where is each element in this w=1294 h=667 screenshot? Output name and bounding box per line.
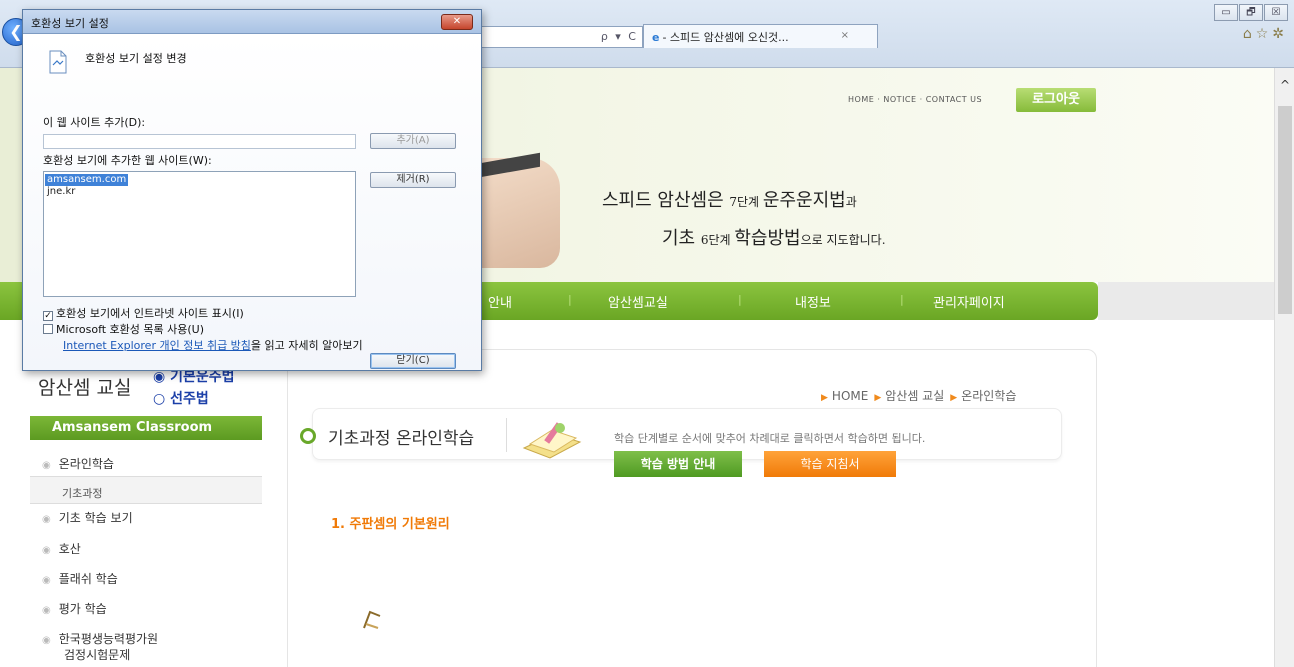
checkbox-unchecked-icon[interactable] xyxy=(43,324,53,334)
add-button[interactable]: 추가(A) xyxy=(370,133,456,149)
privacy-line: Internet Explorer 개인 정보 취급 방침을 읽고 자세히 알아… xyxy=(63,339,363,352)
bullet-icon: ◉ xyxy=(42,605,51,616)
loading-icon xyxy=(363,610,381,629)
bullet-icon: ◉ xyxy=(42,514,51,525)
list-item[interactable]: amsansem.com xyxy=(45,174,355,186)
nav-separator: | xyxy=(738,293,742,306)
remove-button[interactable]: 제거(R) xyxy=(370,172,456,188)
breadcrumb-home[interactable]: HOME xyxy=(832,389,868,403)
sidebar-item-hosan[interactable]: ◉ 호산 xyxy=(42,540,81,557)
privacy-link[interactable]: Internet Explorer 개인 정보 취급 방침 xyxy=(63,339,251,352)
course-description: 학습 단계별로 순서에 맞추어 차례대로 클릭하면서 학습하면 됩니다. xyxy=(614,432,926,445)
address-bar[interactable]: ρ ▾ C xyxy=(480,26,643,48)
add-site-label: 이 웹 사이트 추가(D): xyxy=(43,116,146,129)
sidebar-item-online[interactable]: ◉ 온라인학습 xyxy=(42,455,114,472)
slogan: 스피드 암산셈은 7단계 운주운지법과 기초 6단계 학습방법으로 지도합니다. xyxy=(602,190,886,249)
checkbox-checked-icon[interactable]: ✓ xyxy=(43,311,53,321)
bullet-icon: ◉ xyxy=(42,575,51,586)
sidebar-item-exam[interactable]: ◉ 한국평생능력평가원 xyxy=(42,630,158,647)
added-sites-list[interactable]: amsansem.com jne.kr xyxy=(43,171,356,297)
tools-gear-icon[interactable]: ✲ xyxy=(1272,26,1288,42)
logout-button[interactable]: 로그아웃 xyxy=(1016,88,1096,112)
restore-button[interactable]: 🗗 xyxy=(1239,4,1263,21)
tab-title: - 스피드 암산셈에 오신것... xyxy=(662,31,789,44)
divider xyxy=(506,418,507,452)
nav-bar-filler xyxy=(1098,282,1274,320)
dialog-body: 호환성 보기 설정 변경 이 웹 사이트 추가(D): 추가(A) 호환성 보기… xyxy=(23,35,481,370)
dialog-header-text: 호환성 보기 설정 변경 xyxy=(85,52,187,65)
study-manual-button[interactable]: 학습 지침서 xyxy=(764,451,896,477)
nav-item-admin[interactable]: 관리자페이지 xyxy=(933,292,1005,311)
home-icon[interactable]: ⌂ xyxy=(1243,26,1256,42)
nav-item-guide[interactable]: 안내 xyxy=(488,292,512,311)
scroll-thumb[interactable] xyxy=(1278,106,1292,314)
book-pencil-icon xyxy=(522,422,582,459)
toolbar-icons: ⌂☆✲ xyxy=(1243,26,1288,42)
scroll-up-arrow-icon[interactable]: ^ xyxy=(1275,78,1294,92)
nav-item-myinfo[interactable]: 내정보 xyxy=(795,292,831,311)
sidebar-subitem-basic[interactable]: 기초과정 xyxy=(30,476,262,504)
breadcrumb-online[interactable]: 온라인학습 xyxy=(961,389,1016,403)
top-links[interactable]: HOME · NOTICE · CONTACT US xyxy=(848,95,982,104)
course-title: 기초과정 온라인학습 xyxy=(328,429,475,449)
site-jne[interactable]: jne.kr xyxy=(45,186,355,198)
sidebar-item-flash[interactable]: ◉ 플래쉬 학습 xyxy=(42,570,118,587)
sidebar-title: 암산셈 교실 xyxy=(38,377,132,399)
sidebar-item-evaluation[interactable]: ◉ 평가 학습 xyxy=(42,600,107,617)
tab-close-icon[interactable]: × xyxy=(841,30,849,41)
window-controls: ▭ 🗗 ☒ xyxy=(1213,4,1288,21)
nav-separator: | xyxy=(900,293,904,306)
vertical-scrollbar[interactable]: ^ xyxy=(1274,68,1294,667)
sidebar-header: Amsansem Classroom xyxy=(30,416,262,440)
breadcrumb-arrow-icon: ▶ xyxy=(821,393,828,403)
minimize-button[interactable]: ▭ xyxy=(1214,4,1238,21)
nav-item-classroom[interactable]: 암산셈교실 xyxy=(608,292,668,311)
breadcrumb: ▶ HOME ▶ 암산셈 교실 ▶ 온라인학습 xyxy=(815,387,1016,404)
sidebar-item-exam-line2[interactable]: 검정시험문제 xyxy=(64,646,130,663)
sidebar-item-basic-view[interactable]: ◉ 기초 학습 보기 xyxy=(42,509,133,526)
bullet-icon: ◉ xyxy=(42,635,51,646)
favorites-star-icon[interactable]: ☆ xyxy=(1256,26,1273,42)
document-settings-icon xyxy=(49,50,67,74)
bullet-icon: ◉ xyxy=(42,545,51,556)
search-refresh-icons[interactable]: ρ ▾ C xyxy=(601,30,638,43)
site-amsansem[interactable]: amsansem.com xyxy=(45,174,129,186)
compatibility-view-dialog: 호환성 보기 설정 ✕ 호환성 보기 설정 변경 이 웹 사이트 추가(D): … xyxy=(22,9,482,371)
dialog-close-icon[interactable]: ✕ xyxy=(441,14,473,30)
intranet-checkbox[interactable]: ✓ 호환성 보기에서 인트라넷 사이트 표시(I) xyxy=(43,305,244,321)
section-heading: 1. 주판셈의 기본원리 xyxy=(331,517,450,532)
browser-tab[interactable]: e- 스피드 암산셈에 오신것... × xyxy=(643,24,878,48)
radio-advanced-method[interactable]: ○ 선주법 xyxy=(153,388,209,408)
breadcrumb-classroom[interactable]: 암산셈 교실 xyxy=(885,389,944,403)
dialog-title: 호환성 보기 설정 xyxy=(31,17,109,30)
bullet-icon: ◉ xyxy=(42,460,51,471)
study-guide-button[interactable]: 학습 방법 안내 xyxy=(614,451,742,477)
added-sites-label: 호환성 보기에 추가한 웹 사이트(W): xyxy=(43,154,212,167)
nav-separator: | xyxy=(568,293,572,306)
ms-list-checkbox[interactable]: Microsoft 호환성 목록 사용(U) xyxy=(43,321,204,337)
ie-icon: e xyxy=(652,31,660,44)
close-window-button[interactable]: ☒ xyxy=(1264,4,1288,21)
breadcrumb-arrow-icon: ▶ xyxy=(950,393,958,403)
close-button[interactable]: 닫기(C) xyxy=(370,353,456,369)
dialog-titlebar[interactable]: 호환성 보기 설정 ✕ xyxy=(23,10,481,34)
add-site-input[interactable] xyxy=(43,134,356,149)
breadcrumb-arrow-icon: ▶ xyxy=(874,393,882,403)
course-bullet-icon xyxy=(300,428,316,444)
